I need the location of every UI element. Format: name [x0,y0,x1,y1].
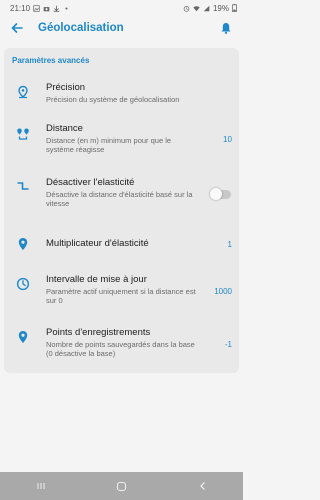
battery-percent: 19% [212,3,229,13]
signal-icon [203,5,210,11]
battery-icon [232,4,237,12]
image-icon [33,4,40,12]
setting-subtitle: Distance (en m) minimum pour que le syst… [46,136,172,154]
setting-recording-points[interactable]: Points d'enregistrements Nombre de point… [4,327,239,367]
dot-icon [65,6,68,10]
setting-subtitle: Paramètre actif uniquement si la distanc… [46,287,196,305]
app-bar: Géolocalisation [0,16,243,40]
setting-disable-elasticity[interactable]: Désactiver l'elasticité Désactive la dis… [4,177,239,217]
settings-card: Paramètres avancés Précision Précision d… [4,48,239,373]
setting-subtitle: Précision du système de géolocalisation [46,95,180,104]
recents-icon [37,483,44,489]
setting-title: Intervalle de mise à jour [46,274,147,285]
page-title: Géolocalisation [38,22,124,34]
camera-icon [43,6,50,11]
wifi-icon [193,5,200,11]
location-marker-icon [18,238,28,250]
distance-icon [17,128,29,140]
status-bar: 21:10 19% [0,0,243,16]
back-button[interactable] [10,21,24,35]
setting-distance[interactable]: Distance Distance (en m) minimum pour qu… [4,123,239,163]
setting-value: -1 [224,340,232,349]
setting-title: Points d'enregistrements [46,327,151,338]
arrow-left-icon [11,23,23,33]
recents-button[interactable] [35,480,47,492]
setting-elasticity-multiplier[interactable]: Multiplicateur d'élasticité 1 [4,237,239,257]
back-nav-button[interactable] [197,480,209,492]
section-title: Paramètres avancés [12,56,90,65]
bell-icon [221,23,231,34]
setting-title: Désactiver l'elasticité [46,177,135,188]
setting-precision[interactable]: Précision Précision du système de géoloc… [4,82,239,112]
setting-update-interval[interactable]: Intervalle de mise à jour Paramètre acti… [4,274,239,314]
setting-title: Distance [46,123,83,134]
elasticity-icon [17,182,29,190]
clock-icon [16,277,30,291]
home-icon [116,481,127,491]
setting-value: 1000 [214,287,232,296]
setting-subtitle: Désactive la distance d'élasticité basé … [46,190,193,208]
elasticity-toggle[interactable] [210,188,231,200]
setting-value: 10 [223,135,232,144]
home-button[interactable] [116,480,128,492]
location-marker-icon [18,331,28,343]
chevron-left-icon [199,482,205,490]
location-pin-icon [18,85,28,99]
setting-title: Multiplicateur d'élasticité [46,238,149,249]
setting-title: Précision [46,82,86,93]
notifications-button[interactable] [219,21,233,35]
toggle-knob [210,188,222,200]
download-icon [53,5,60,12]
system-nav-bar [0,472,243,500]
status-time: 21:10 [10,3,31,13]
setting-value: 1 [227,240,232,249]
alarm-icon [183,5,190,12]
setting-subtitle: Nombre de points sauvegardés dans la bas… [46,340,195,358]
